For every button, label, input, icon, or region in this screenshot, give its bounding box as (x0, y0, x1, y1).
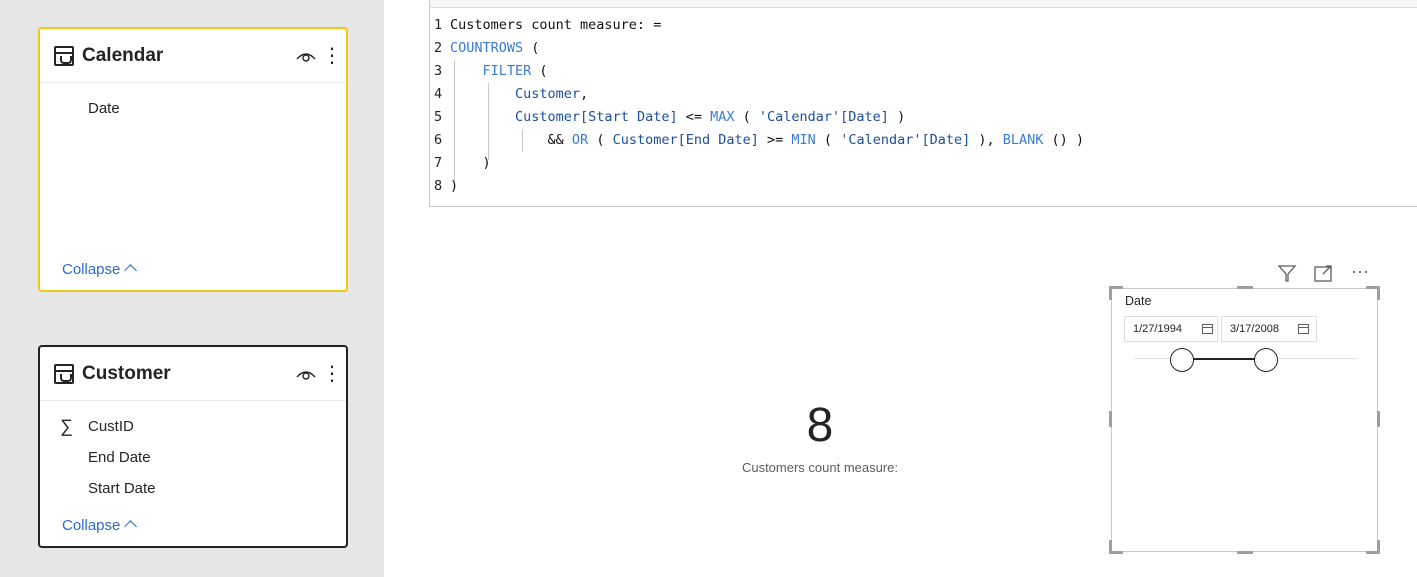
code-token: ( (734, 109, 759, 125)
collapse-label: Collapse (62, 261, 121, 278)
code-token: >= (758, 132, 792, 148)
code-token: ( (815, 132, 841, 148)
code-token: Customer[End Date] (612, 132, 759, 148)
line-number: 2 (434, 40, 443, 56)
start-date-value: 1/27/1994 (1133, 323, 1182, 335)
code-token: Customer (515, 86, 581, 102)
field-list: Date (40, 83, 346, 124)
slicer-title: Date (1125, 294, 1152, 308)
code-token: FILTER (482, 63, 532, 79)
filter-icon[interactable] (1277, 262, 1297, 284)
code-token: , (580, 86, 589, 102)
collapse-button[interactable]: Collapse (62, 517, 138, 534)
card-header[interactable]: Customer ⋮ (40, 347, 346, 401)
end-date-value: 3/17/2008 (1230, 323, 1279, 335)
code-token: ) (888, 109, 906, 125)
card-visual-label: Customers count measure: (741, 460, 899, 475)
resize-handle[interactable] (1109, 540, 1112, 554)
code-token: ( (531, 63, 548, 79)
field-end-date[interactable]: End Date (40, 442, 346, 473)
code-token: ) (450, 178, 459, 194)
code-token: () ) (1043, 132, 1085, 148)
card-visual-value[interactable]: 8 (740, 398, 900, 453)
field-start-date[interactable]: Start Date (40, 473, 346, 504)
end-date-input[interactable]: 3/17/2008 (1221, 316, 1317, 342)
customer-table-card[interactable]: Customer ⋮ ∑ CustID End Date Start Date … (38, 345, 348, 548)
code-line[interactable]: 1 Customers count measure: = (430, 14, 661, 37)
code-token: MIN (791, 132, 816, 148)
code-line[interactable]: 6 && OR ( Customer[End Date] >= MIN ( 'C… (430, 129, 1084, 152)
range-slider-end-thumb[interactable] (1254, 348, 1278, 372)
more-options-icon[interactable]: ⋮ (322, 46, 342, 66)
line-number: 4 (434, 86, 443, 102)
code-token: 'Calendar'[Date] (840, 132, 971, 148)
chevron-up-icon (124, 520, 138, 533)
line-number: 6 (434, 132, 443, 148)
calendar-icon[interactable] (1298, 324, 1309, 334)
code-token: OR (571, 132, 589, 148)
code-line[interactable]: 8) (430, 175, 458, 198)
resize-handle[interactable] (1377, 540, 1380, 554)
line-number: 7 (434, 155, 443, 171)
resize-handle[interactable] (1109, 286, 1112, 300)
formula-bar-edge (430, 0, 1417, 8)
table-icon (54, 45, 74, 66)
table-icon (54, 363, 74, 384)
code-token: 'Calendar'[Date] (758, 109, 889, 125)
code-token: COUNTROWS (450, 40, 524, 56)
code-token: Customer[Start Date] (515, 109, 678, 125)
code-line[interactable]: 2 COUNTROWS ( (430, 37, 539, 60)
code-line[interactable]: 4 Customer, (430, 83, 588, 106)
line-number: 1 (434, 17, 443, 33)
calendar-icon[interactable] (1202, 324, 1213, 334)
code-token: BLANK (1002, 132, 1044, 148)
code-token: ) (450, 155, 491, 171)
date-range-slicer[interactable]: Date 1/27/1994 3/17/2008 (1109, 286, 1380, 554)
start-date-input[interactable]: 1/27/1994 (1124, 316, 1218, 342)
visibility-eye-icon[interactable] (294, 48, 318, 64)
range-slider-start-thumb[interactable] (1170, 348, 1194, 372)
table-title: Customer (82, 362, 171, 384)
field-custid[interactable]: ∑ CustID (40, 411, 346, 442)
code-line[interactable]: 5 Customer[Start Date] <= MAX ( 'Calenda… (430, 106, 905, 129)
more-options-icon[interactable]: ⋮ (322, 364, 342, 384)
collapse-label: Collapse (62, 517, 121, 534)
line-number: 5 (434, 109, 443, 125)
line-number: 3 (434, 63, 443, 79)
field-date[interactable]: Date (40, 93, 346, 124)
code-line[interactable]: 3 FILTER ( (430, 60, 548, 83)
sigma-icon: ∑ (60, 416, 73, 436)
code-token: && (450, 132, 572, 148)
collapse-button[interactable]: Collapse (62, 261, 138, 278)
dax-formula-editor[interactable]: 1 Customers count measure: = 2 COUNTROWS (3… (429, 0, 1417, 207)
model-view-canvas[interactable]: Calendar ⋮ Date Collapse Customer ⋮ ∑ Cu… (0, 0, 384, 577)
code-token: <= (677, 109, 711, 125)
resize-handle[interactable] (1109, 411, 1112, 427)
field-list: ∑ CustID End Date Start Date (40, 401, 346, 504)
code-token: ( (588, 132, 613, 148)
resize-handle[interactable] (1377, 411, 1380, 427)
line-number: 8 (434, 178, 443, 194)
resize-handle[interactable] (1237, 286, 1253, 289)
code-token: MAX (710, 109, 735, 125)
field-label: CustID (88, 418, 134, 435)
focus-mode-icon[interactable] (1313, 262, 1335, 284)
code-token: ( (523, 40, 540, 56)
code-line[interactable]: 7 ) (430, 152, 491, 175)
table-title: Calendar (82, 44, 164, 66)
visibility-eye-icon[interactable] (294, 366, 318, 382)
resize-handle[interactable] (1237, 551, 1253, 554)
code-token: Customers count measure: = (450, 17, 662, 33)
more-options-icon[interactable]: ··· (1347, 262, 1373, 284)
card-header[interactable]: Calendar ⋮ (40, 29, 346, 83)
chevron-up-icon (124, 264, 138, 277)
resize-handle[interactable] (1377, 286, 1380, 300)
code-token: ), (970, 132, 1003, 148)
calendar-table-card[interactable]: Calendar ⋮ Date Collapse (38, 27, 348, 292)
